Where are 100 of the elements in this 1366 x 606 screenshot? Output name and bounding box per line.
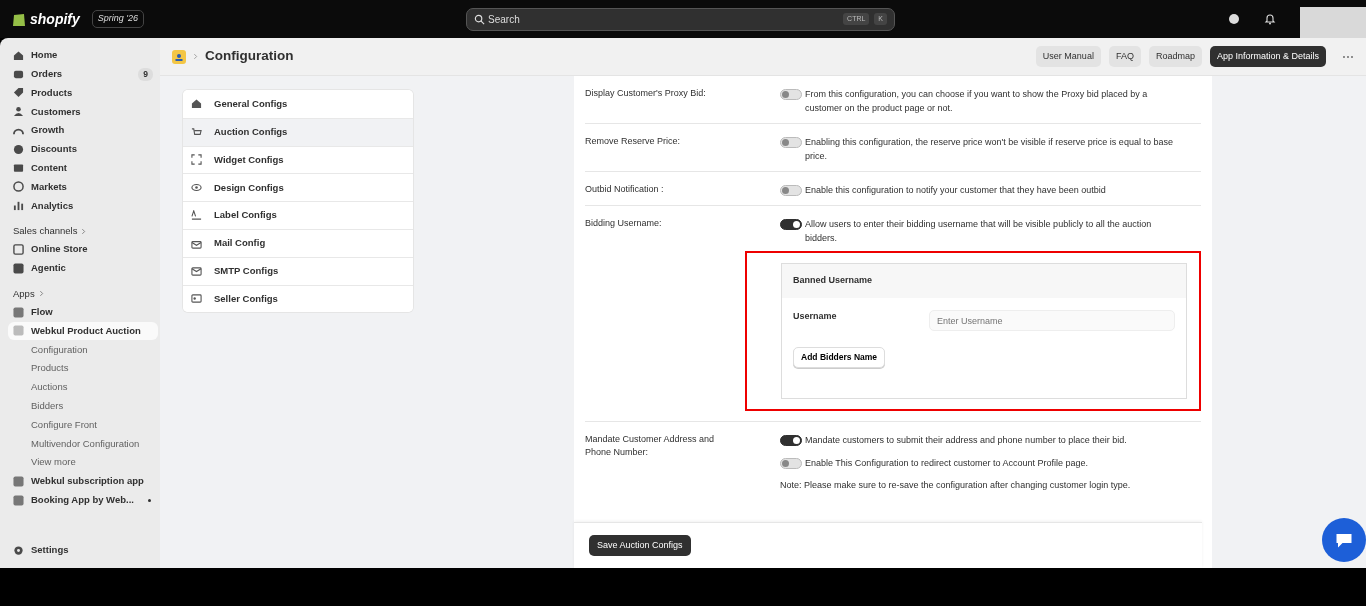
nav-label: Booking App by Web... bbox=[31, 493, 134, 507]
nav-item[interactable]: Settings bbox=[8, 541, 158, 560]
person-icon bbox=[13, 106, 24, 118]
note-text: Note: Please make sure to re-save the configuration after changing customer login type. bbox=[780, 478, 1132, 492]
nav-item[interactable]: Booking App by Web... bbox=[8, 490, 158, 510]
subnav-item[interactable]: Bidders bbox=[8, 396, 158, 416]
breadcrumb-chevron-icon bbox=[192, 53, 199, 60]
nav-item[interactable]: Discounts bbox=[8, 140, 158, 159]
nav-label: Markets bbox=[31, 179, 67, 194]
menu-label: Label Configs bbox=[214, 208, 277, 223]
nav-label: Webkul Product Auction bbox=[31, 323, 141, 338]
menu-label: Auction Configs bbox=[214, 125, 288, 140]
nav-item[interactable]: Products bbox=[8, 83, 158, 103]
tag-icon bbox=[13, 87, 24, 99]
save-button[interactable]: Save Auction Configs bbox=[589, 534, 691, 557]
option-description: Mandate customers to submit their address and phone number to place their bid. bbox=[805, 433, 1127, 447]
chevron-icon bbox=[37, 290, 45, 298]
eye-icon bbox=[191, 182, 202, 194]
cart-icon bbox=[191, 126, 202, 138]
option-description: Enabling this configuration, the reserve price won't be visible if reserve price is equal to base price. bbox=[805, 136, 1174, 163]
setting-label: Bidding Username: bbox=[585, 217, 663, 230]
nav-label: Orders bbox=[31, 67, 63, 82]
nav-item[interactable]: Webkul subscription app bbox=[8, 471, 158, 491]
nav-item[interactable]: Content bbox=[8, 158, 158, 178]
menu-label: Seller Configs bbox=[214, 291, 278, 306]
chevron-icon bbox=[80, 227, 88, 235]
count-badge: 9 bbox=[138, 67, 153, 81]
menu-label: General Configs bbox=[214, 96, 288, 111]
nav-label: Agentic bbox=[31, 261, 66, 276]
setting-label: Remove Reserve Price: bbox=[585, 135, 682, 148]
store-icon bbox=[13, 244, 24, 256]
nav-item[interactable]: Analytics bbox=[8, 196, 158, 216]
nav-item[interactable]: Orders 9 bbox=[8, 64, 158, 84]
app-icon bbox=[13, 262, 24, 274]
setting-label: Outbid Notification : bbox=[585, 183, 665, 196]
option-description: Enable This Configuration to redirect customer to Account Profile page. bbox=[805, 456, 1088, 470]
nav-label: Online Store bbox=[31, 242, 88, 257]
nav-item[interactable]: Online Store bbox=[8, 240, 158, 259]
subnav-item[interactable]: Configure Front bbox=[8, 415, 158, 435]
toggle-switch[interactable] bbox=[780, 457, 802, 469]
home-icon bbox=[13, 49, 24, 61]
nav-item[interactable]: Agentic bbox=[8, 258, 158, 278]
nav-label: Flow bbox=[31, 305, 53, 320]
logo-text: shopify bbox=[30, 9, 80, 29]
subnav-item[interactable]: Configuration bbox=[8, 340, 158, 360]
section-heading[interactable]: Apps bbox=[13, 286, 35, 301]
app-icon bbox=[13, 325, 24, 337]
option-description: Enable this configuration to notify your customer that they have been outbid bbox=[805, 184, 1106, 197]
header-button[interactable]: Roadmap bbox=[1148, 45, 1202, 68]
app-icon bbox=[13, 475, 24, 487]
bag-logo-icon bbox=[12, 11, 26, 27]
nav-item[interactable]: Flow bbox=[8, 302, 158, 322]
bar-chart-icon bbox=[13, 200, 24, 212]
add-button[interactable]: Add Bidders Name bbox=[793, 347, 886, 368]
toggle-switch[interactable] bbox=[780, 137, 802, 148]
section-heading[interactable]: Sales channels bbox=[13, 224, 78, 239]
menu-label: Design Configs bbox=[214, 180, 284, 195]
bell-icon bbox=[1264, 13, 1276, 25]
home-icon bbox=[191, 98, 202, 110]
toggle-switch[interactable] bbox=[780, 89, 802, 100]
nav-label: Home bbox=[31, 48, 58, 63]
nav-label: Products bbox=[31, 85, 73, 100]
menu-item[interactable]: Auction Configs bbox=[183, 117, 413, 146]
app-icon bbox=[13, 306, 24, 318]
setting-label: Mandate Customer Address and Phone Number: bbox=[585, 432, 716, 460]
menu-label: SMTP Configs bbox=[214, 264, 279, 279]
gear-icon bbox=[13, 545, 24, 557]
subnav-item[interactable]: Products bbox=[8, 359, 158, 378]
envelope-icon bbox=[191, 265, 202, 277]
username-field[interactable]: Enter Username bbox=[929, 310, 1175, 331]
edition-badge: Spring '26 bbox=[91, 10, 145, 28]
nav-item[interactable]: Growth bbox=[8, 121, 158, 140]
subnav-item[interactable]: Auctions bbox=[8, 377, 158, 397]
globe-icon bbox=[13, 181, 24, 193]
nav-item[interactable]: Webkul Product Auction bbox=[8, 321, 158, 341]
toggle-switch[interactable] bbox=[780, 434, 802, 446]
chat-icon bbox=[1335, 531, 1353, 549]
nav-label: Customers bbox=[31, 104, 81, 119]
nav-label: Settings bbox=[31, 543, 69, 558]
nav-label: Growth bbox=[31, 123, 65, 138]
page-title: Configuration bbox=[205, 47, 294, 66]
frame-icon bbox=[191, 154, 202, 166]
app-icon bbox=[172, 49, 186, 64]
header-button[interactable]: FAQ bbox=[1108, 45, 1141, 68]
subnav-item[interactable]: Multivendor Configuration bbox=[8, 434, 158, 454]
option-description: From this configuration, you can choose if you want to show the Proxy bid placed by a customer on the product page or not. bbox=[805, 88, 1149, 115]
header-button[interactable]: App Information & Details bbox=[1209, 45, 1326, 68]
nav-item[interactable]: Markets bbox=[8, 177, 158, 197]
toggle-switch[interactable] bbox=[780, 185, 802, 196]
menu-item[interactable]: Seller Configs bbox=[183, 284, 413, 313]
more-button[interactable]: ⋯ bbox=[1342, 47, 1354, 66]
header-button[interactable]: User Manual bbox=[1035, 45, 1101, 68]
nav-label: Discounts bbox=[31, 142, 77, 157]
menu-label: Mail Config bbox=[214, 236, 266, 251]
id-card-icon bbox=[191, 293, 202, 305]
subnav-item[interactable]: View more bbox=[8, 453, 158, 472]
field-label: Username bbox=[793, 310, 838, 323]
nav-item[interactable]: Customers bbox=[8, 102, 158, 122]
toggle-switch[interactable] bbox=[780, 219, 802, 230]
nav-item[interactable]: Home bbox=[8, 46, 158, 65]
